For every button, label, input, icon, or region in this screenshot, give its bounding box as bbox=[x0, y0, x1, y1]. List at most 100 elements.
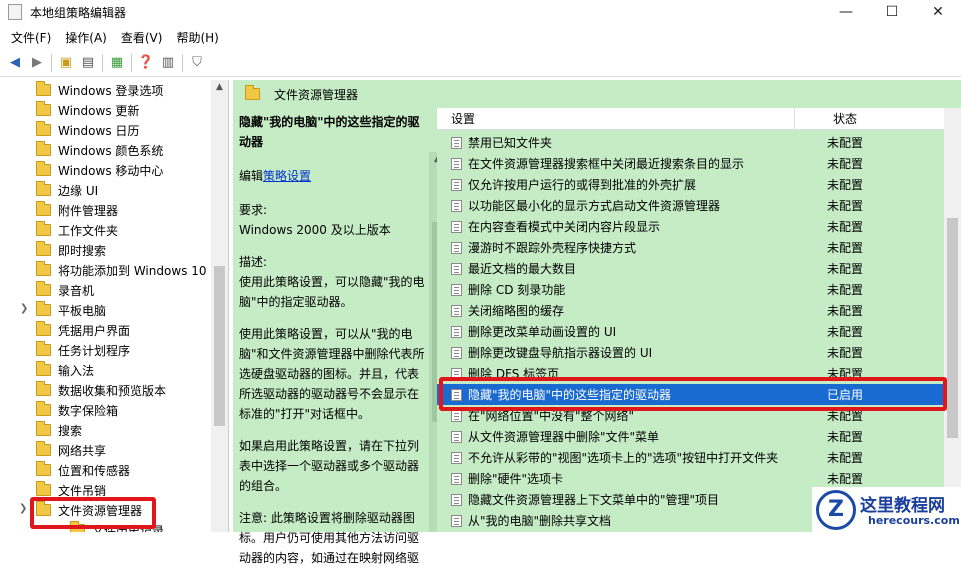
table-row[interactable]: 删除更改键盘导航指示器设置的 UI 未配置 bbox=[437, 342, 951, 363]
table-row[interactable]: 漫游时不跟踪外壳程序快捷方式 未配置 bbox=[437, 237, 951, 258]
table-row[interactable]: 禁用已知文件夹 未配置 bbox=[437, 132, 951, 153]
description-label: 描述: bbox=[239, 255, 268, 269]
description-para-1: 使用此策略设置，可以隐藏"我的电脑"中的指定驱动器。 bbox=[239, 275, 425, 309]
policy-icon bbox=[451, 262, 462, 275]
menu-view[interactable]: 查看(V) bbox=[114, 29, 170, 46]
policy-icon bbox=[451, 451, 462, 464]
up-folder-icon[interactable]: ▣ bbox=[55, 52, 77, 74]
tree-item[interactable]: 边缘 UI bbox=[36, 180, 98, 200]
tree-item[interactable]: 位置和传感器 bbox=[36, 460, 130, 480]
table-row[interactable]: 关闭缩略图的缓存 未配置 bbox=[437, 300, 951, 321]
policy-icon bbox=[451, 472, 462, 485]
forward-arrow-icon[interactable]: ▶ bbox=[26, 52, 48, 74]
help-icon[interactable]: ❓ bbox=[135, 52, 157, 74]
tree-scrollbar[interactable]: ▲ bbox=[211, 80, 228, 532]
list-scrollbar[interactable] bbox=[944, 108, 961, 532]
tree-item[interactable]: 输入法 bbox=[36, 360, 94, 380]
folder-icon bbox=[36, 161, 51, 176]
tree-item[interactable]: 数据收集和预览版本 bbox=[36, 380, 166, 400]
tree-item[interactable]: 录音机 bbox=[36, 280, 94, 300]
folder-icon bbox=[36, 141, 51, 156]
column-state-header[interactable]: 状态 bbox=[833, 110, 857, 127]
policy-icon bbox=[451, 493, 462, 506]
table-row[interactable]: 仅允许按用户运行的或得到批准的外壳扩展 未配置 bbox=[437, 174, 951, 195]
filter-icon[interactable]: ⛉ bbox=[186, 52, 208, 74]
tree-item[interactable]: Windows 登录选项 bbox=[36, 80, 163, 100]
window-title: 本地组策略编辑器 bbox=[30, 5, 127, 20]
tree-item[interactable]: 工作文件夹 bbox=[36, 220, 118, 240]
toolbar-separator bbox=[131, 53, 132, 72]
policy-icon bbox=[451, 325, 462, 338]
tree-item[interactable]: Windows 更新 bbox=[36, 100, 139, 120]
toolbar: ◀ ▶ ▣ ▤ ▦ ❓ ▥ ⛉ bbox=[0, 49, 961, 77]
menu-action[interactable]: 操作(A) bbox=[58, 29, 114, 46]
folder-icon bbox=[36, 261, 51, 276]
table-row[interactable]: 不允许从彩带的"视图"选项卡上的"选项"按钮中打开文件夹 未配置 bbox=[437, 447, 951, 468]
folder-icon bbox=[36, 281, 51, 296]
maximize-button[interactable]: ☐ bbox=[869, 0, 915, 24]
table-row[interactable]: 以功能区最小化的显示方式启动文件资源管理器 未配置 bbox=[437, 195, 951, 216]
toolbar-separator bbox=[182, 53, 183, 72]
tree-item[interactable]: 附件管理器 bbox=[36, 200, 118, 220]
folder-icon bbox=[36, 441, 51, 456]
table-row[interactable]: 最近文档的最大数目 未配置 bbox=[437, 258, 951, 279]
scroll-up-arrow-icon[interactable]: ▲ bbox=[211, 82, 228, 92]
details-pane: 文件资源管理器 隐藏"我的电脑"中的这些指定的驱动器 编辑策略设置 要求: Wi… bbox=[233, 80, 961, 565]
folder-icon bbox=[36, 381, 51, 396]
policy-icon bbox=[451, 430, 462, 443]
table-row[interactable]: 在文件资源管理器搜索框中关闭最近搜索条目的显示 未配置 bbox=[437, 153, 951, 174]
scroll-thumb[interactable] bbox=[947, 218, 958, 438]
scroll-thumb[interactable] bbox=[214, 266, 225, 426]
table-row[interactable]: 删除"硬件"选项卡 未配置 bbox=[437, 468, 951, 489]
list-header: 设置 状态 bbox=[437, 108, 951, 130]
tree-item[interactable]: Windows 日历 bbox=[36, 120, 139, 140]
tree-item[interactable]: 平板电脑 bbox=[36, 300, 106, 320]
app-icon bbox=[8, 4, 22, 20]
policy-icon bbox=[451, 136, 462, 149]
folder-icon bbox=[36, 101, 51, 116]
tree-item[interactable]: 凭据用户界面 bbox=[36, 320, 130, 340]
policy-icon bbox=[451, 241, 462, 254]
show-hide-tree-icon[interactable]: ▤ bbox=[77, 52, 99, 74]
expand-chevron-icon[interactable]: ❯ bbox=[20, 303, 28, 314]
collapse-chevron-icon[interactable]: ❯ bbox=[19, 503, 27, 514]
table-row[interactable]: 删除 CD 刻录功能 未配置 bbox=[437, 279, 951, 300]
folder-icon bbox=[36, 201, 51, 216]
policy-icon bbox=[451, 514, 462, 527]
policy-icon bbox=[451, 199, 462, 212]
highlight-box bbox=[30, 497, 156, 529]
folder-icon bbox=[36, 241, 51, 256]
folder-icon bbox=[245, 85, 260, 100]
table-row[interactable]: 从文件资源管理器中删除"文件"菜单 未配置 bbox=[437, 426, 951, 447]
logo-url: herecours.com bbox=[868, 514, 960, 527]
export-list-icon[interactable]: ▦ bbox=[106, 52, 128, 74]
folder-icon bbox=[36, 341, 51, 356]
toolbar-separator bbox=[102, 53, 103, 72]
column-divider[interactable] bbox=[794, 108, 795, 130]
menu-file[interactable]: 文件(F) bbox=[4, 29, 58, 46]
policy-settings-link[interactable]: 策略设置 bbox=[263, 169, 311, 183]
table-row[interactable]: 在内容查看模式中关闭内容片段显示 未配置 bbox=[437, 216, 951, 237]
minimize-button[interactable]: — bbox=[823, 0, 869, 24]
tree-item[interactable]: Windows 移动中心 bbox=[36, 160, 163, 180]
close-button[interactable]: ✕ bbox=[915, 0, 961, 24]
tree-item[interactable]: 任务计划程序 bbox=[36, 340, 130, 360]
pane-title: 文件资源管理器 bbox=[274, 87, 359, 102]
policy-icon bbox=[451, 157, 462, 170]
policy-icon bbox=[451, 304, 462, 317]
tree-item[interactable]: 网络共享 bbox=[36, 440, 106, 460]
tree-item[interactable]: 数字保险箱 bbox=[36, 400, 118, 420]
properties-icon[interactable]: ▥ bbox=[157, 52, 179, 74]
settings-list: 设置 状态 禁用已知文件夹 未配置 在文件资源管理器搜索框中关闭最近搜索条目的显示… bbox=[437, 100, 951, 532]
tree-item[interactable]: Windows 颜色系统 bbox=[36, 140, 163, 160]
tree-item[interactable]: 搜索 bbox=[36, 420, 82, 440]
menu-help[interactable]: 帮助(H) bbox=[169, 29, 225, 46]
tree-item[interactable]: 即时搜索 bbox=[36, 240, 106, 260]
logo-mark: Z bbox=[816, 489, 856, 530]
tree-item[interactable]: 将功能添加到 Windows 10 bbox=[36, 260, 206, 280]
back-arrow-icon[interactable]: ◀ bbox=[4, 52, 26, 74]
table-row[interactable]: 删除更改菜单动画设置的 UI 未配置 bbox=[437, 321, 951, 342]
description-para-3: 如果启用此策略设置，请在下拉列表中选择一个驱动器或多个驱动器的组合。 bbox=[239, 439, 420, 493]
column-setting-header[interactable]: 设置 bbox=[451, 110, 475, 127]
requirements-value: Windows 2000 及以上版本 bbox=[239, 223, 391, 237]
